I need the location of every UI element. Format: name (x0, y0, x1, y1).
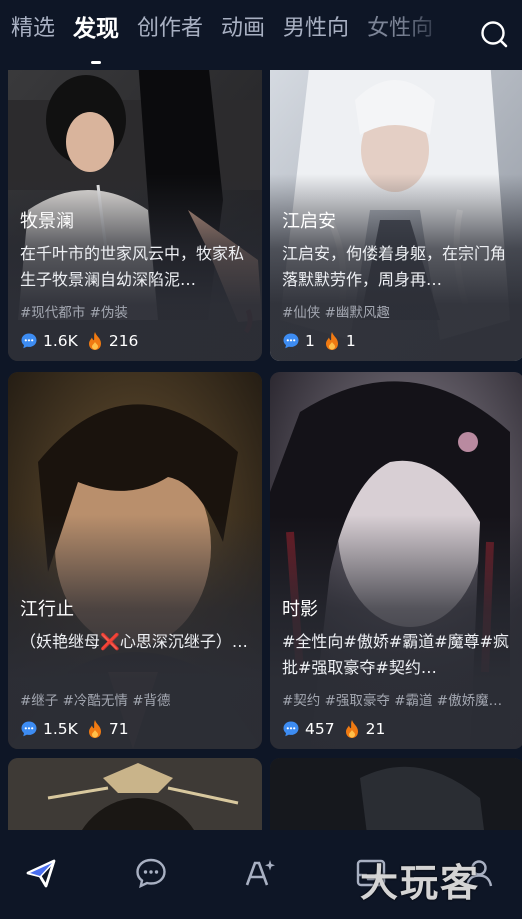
flame-icon (88, 332, 101, 350)
card-title: 江行止 (20, 599, 74, 620)
comment-count: 1 (305, 332, 315, 350)
send-icon[interactable] (24, 856, 58, 890)
tab-discover[interactable]: 发现 (73, 12, 120, 64)
card-title: 江启安 (282, 211, 336, 232)
category-tabs: 精选 发现 创作者 动画 男性向 女性向 (11, 12, 451, 64)
card-info: 时影 #全性向#傲娇#霸道#魔尊#疯批#强取豪夺#契约… #契约 #强取豪夺 #… (282, 595, 514, 739)
character-card[interactable]: 江启安 江启安，佝偻着身躯，在宗门角落默默劳作，周身再… #仙侠 #幽默风趣 1… (270, 70, 522, 361)
discover-feed[interactable]: 牧景澜 在千叶市的世家风云中，牧家私生子牧景澜自幼深陷泥… #现代都市 #伪装 … (0, 70, 522, 830)
chat-icon[interactable] (134, 856, 168, 890)
tab-male-oriented[interactable]: 男性向 (283, 12, 349, 46)
card-title: 牧景澜 (20, 211, 74, 232)
flame-icon (325, 332, 338, 350)
character-card[interactable] (270, 758, 522, 830)
card-tags: #仙侠 #幽默风趣 (282, 305, 390, 321)
heat-count: 71 (108, 720, 129, 738)
comment-count: 457 (305, 720, 335, 738)
card-description: 在千叶市的世家风云中，牧家私生子牧景澜自幼深陷泥… (20, 244, 245, 289)
card-info: 江行止 （妖艳继母❌心思深沉继子）… #继子 #冷酷无情 #背德 1.5K 71 (20, 595, 252, 739)
character-card[interactable]: 江行止 （妖艳继母❌心思深沉继子）… #继子 #冷酷无情 #背德 1.5K 71 (8, 372, 262, 749)
comment-icon (283, 721, 299, 737)
heat-count: 1 (345, 332, 356, 350)
flame-icon (345, 720, 358, 738)
card-description: #全性向#傲娇#霸道#魔尊#疯批#强取豪夺#契约… (282, 632, 510, 677)
heat-count: 21 (365, 720, 386, 738)
tab-creators[interactable]: 创作者 (137, 12, 203, 46)
top-tab-bar: 精选 发现 创作者 动画 男性向 女性向 (0, 0, 522, 70)
card-description: 江启安，佝偻着身躯，在宗门角落默默劳作，周身再… (282, 244, 507, 289)
card-description: （妖艳继母❌心思深沉继子）… (20, 632, 248, 651)
ai-sparkle-icon[interactable] (244, 856, 278, 890)
heat-count: 216 (108, 332, 139, 350)
active-tab-indicator (91, 61, 102, 64)
card-stats: 1.5K 71 (20, 719, 252, 739)
card-tags: #契约 #强取豪夺 #霸道 #傲娇魔… (282, 693, 503, 709)
character-card[interactable]: 时影 #全性向#傲娇#霸道#魔尊#疯批#强取豪夺#契约… #契约 #强取豪夺 #… (270, 372, 522, 749)
search-icon[interactable] (478, 18, 510, 50)
tabs-fade-mask (400, 0, 460, 70)
card-info: 江启安 江启安，佝偻着身躯，在宗门角落默默劳作，周身再… #仙侠 #幽默风趣 1… (282, 207, 514, 351)
card-stats: 457 21 (282, 719, 514, 739)
card-tags: #现代都市 #伪装 (20, 305, 128, 321)
card-tags: #继子 #冷酷无情 #背德 (20, 693, 171, 709)
character-card[interactable]: 牧景澜 在千叶市的世家风云中，牧家私生子牧景澜自幼深陷泥… #现代都市 #伪装 … (8, 70, 262, 361)
tab-animation[interactable]: 动画 (221, 12, 265, 46)
comment-count: 1.6K (43, 332, 78, 350)
tab-featured[interactable]: 精选 (11, 12, 55, 46)
tab-discover-label: 发现 (73, 16, 120, 42)
character-card[interactable] (8, 758, 262, 830)
comment-icon (21, 333, 37, 349)
comment-icon (21, 721, 37, 737)
flame-icon (88, 720, 101, 738)
card-stats: 1.6K 216 (20, 331, 252, 351)
card-stats: 1 1 (282, 331, 514, 351)
card-info: 牧景澜 在千叶市的世家风云中，牧家私生子牧景澜自幼深陷泥… #现代都市 #伪装 … (20, 207, 252, 351)
comment-icon (283, 333, 299, 349)
comment-count: 1.5K (43, 720, 78, 738)
character-artwork (8, 758, 262, 830)
card-title: 时影 (282, 599, 318, 620)
character-artwork (270, 758, 522, 830)
watermark-logo: 大玩客 (360, 860, 481, 905)
